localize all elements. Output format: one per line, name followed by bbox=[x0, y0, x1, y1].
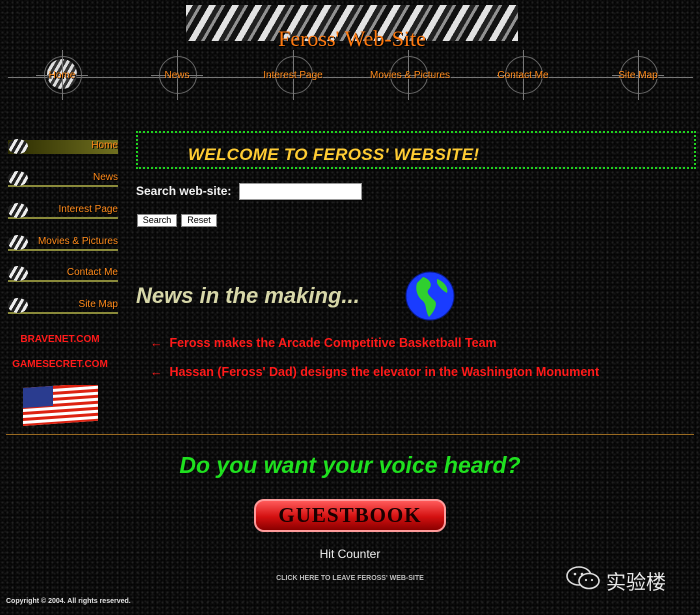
search-input[interactable] bbox=[239, 183, 362, 200]
us-flag-icon bbox=[23, 385, 98, 426]
copyright-text: Copyright © 2004. All rights reserved. bbox=[6, 598, 131, 605]
globe-icon bbox=[405, 271, 455, 321]
top-nav-label: Home bbox=[48, 70, 76, 81]
left-nav-label: News bbox=[92, 172, 118, 183]
search-button[interactable]: Search bbox=[137, 214, 177, 227]
top-nav-home[interactable]: Home bbox=[24, 50, 94, 106]
reset-button[interactable]: Reset bbox=[181, 214, 217, 227]
top-nav-label: Movies & Pictures bbox=[370, 70, 451, 81]
top-nav-label: Interest Page bbox=[263, 70, 323, 81]
wechat-icon bbox=[566, 566, 600, 590]
top-nav-label: Contact Me bbox=[497, 70, 549, 81]
gamesecret-link[interactable]: GAMESECRET.COM bbox=[0, 359, 120, 370]
search-label: Search web-site: bbox=[136, 184, 232, 198]
striped-bullet-icon bbox=[8, 139, 28, 154]
left-nav-label: Contact Me bbox=[66, 267, 118, 278]
top-nav-rule bbox=[8, 77, 693, 78]
striped-bullet-icon bbox=[8, 171, 28, 186]
news-item-text: Hassan (Feross' Dad) designs the elevato… bbox=[169, 365, 600, 379]
welcome-heading: WELCOME TO FEROSS' WEBSITE! bbox=[188, 145, 480, 164]
arrow-left-icon: ← bbox=[150, 336, 163, 350]
top-nav-label: Site Map bbox=[618, 70, 658, 81]
site-title: Feross' Web-Site bbox=[278, 26, 426, 51]
section-divider bbox=[6, 434, 694, 435]
watermark-text: 实验楼 bbox=[606, 572, 666, 594]
news-heading: News in the making... bbox=[136, 283, 360, 308]
striped-bullet-icon bbox=[8, 203, 28, 218]
top-nav-contact-me[interactable]: Contact Me bbox=[485, 50, 555, 106]
left-nav-interest-page[interactable]: Interest Page bbox=[6, 202, 118, 220]
voice-heard-heading: Do you want your voice heard? bbox=[179, 452, 521, 478]
top-nav-label: News bbox=[164, 70, 190, 81]
top-nav-site-map[interactable]: Site Map bbox=[600, 50, 670, 106]
news-item[interactable]: ← Hassan (Feross' Dad) designs the eleva… bbox=[150, 365, 599, 379]
top-nav-news[interactable]: News bbox=[139, 50, 209, 106]
guestbook-button[interactable]: GUESTBOOK bbox=[254, 499, 446, 532]
top-nav-movies-pictures[interactable]: Movies & Pictures bbox=[370, 50, 450, 106]
left-nav-site-map[interactable]: Site Map bbox=[6, 297, 118, 315]
striped-bullet-icon bbox=[8, 298, 28, 313]
news-item-text: Feross makes the Arcade Competitive Bask… bbox=[169, 336, 497, 350]
left-nav-label: Movies & Pictures bbox=[37, 236, 118, 247]
bravenet-link[interactable]: BRAVENET.COM bbox=[0, 334, 120, 345]
news-item[interactable]: ← Feross makes the Arcade Competitive Ba… bbox=[150, 336, 497, 350]
left-nav-label: Interest Page bbox=[58, 204, 118, 215]
left-nav-home[interactable]: Home bbox=[6, 138, 118, 156]
left-nav-contact-me[interactable]: Contact Me bbox=[6, 265, 118, 283]
hit-counter: Hit Counter bbox=[319, 547, 381, 561]
striped-bullet-icon bbox=[8, 235, 28, 250]
left-nav-movies-pictures[interactable]: Movies & Pictures bbox=[6, 234, 118, 252]
left-nav-label: Site Map bbox=[78, 299, 118, 310]
striped-bullet-icon bbox=[8, 266, 28, 281]
top-nav-interest-page[interactable]: Interest Page bbox=[255, 50, 325, 106]
arrow-left-icon: ← bbox=[150, 365, 163, 379]
left-nav-label: Home bbox=[91, 140, 118, 151]
left-nav-news[interactable]: News bbox=[6, 170, 118, 188]
